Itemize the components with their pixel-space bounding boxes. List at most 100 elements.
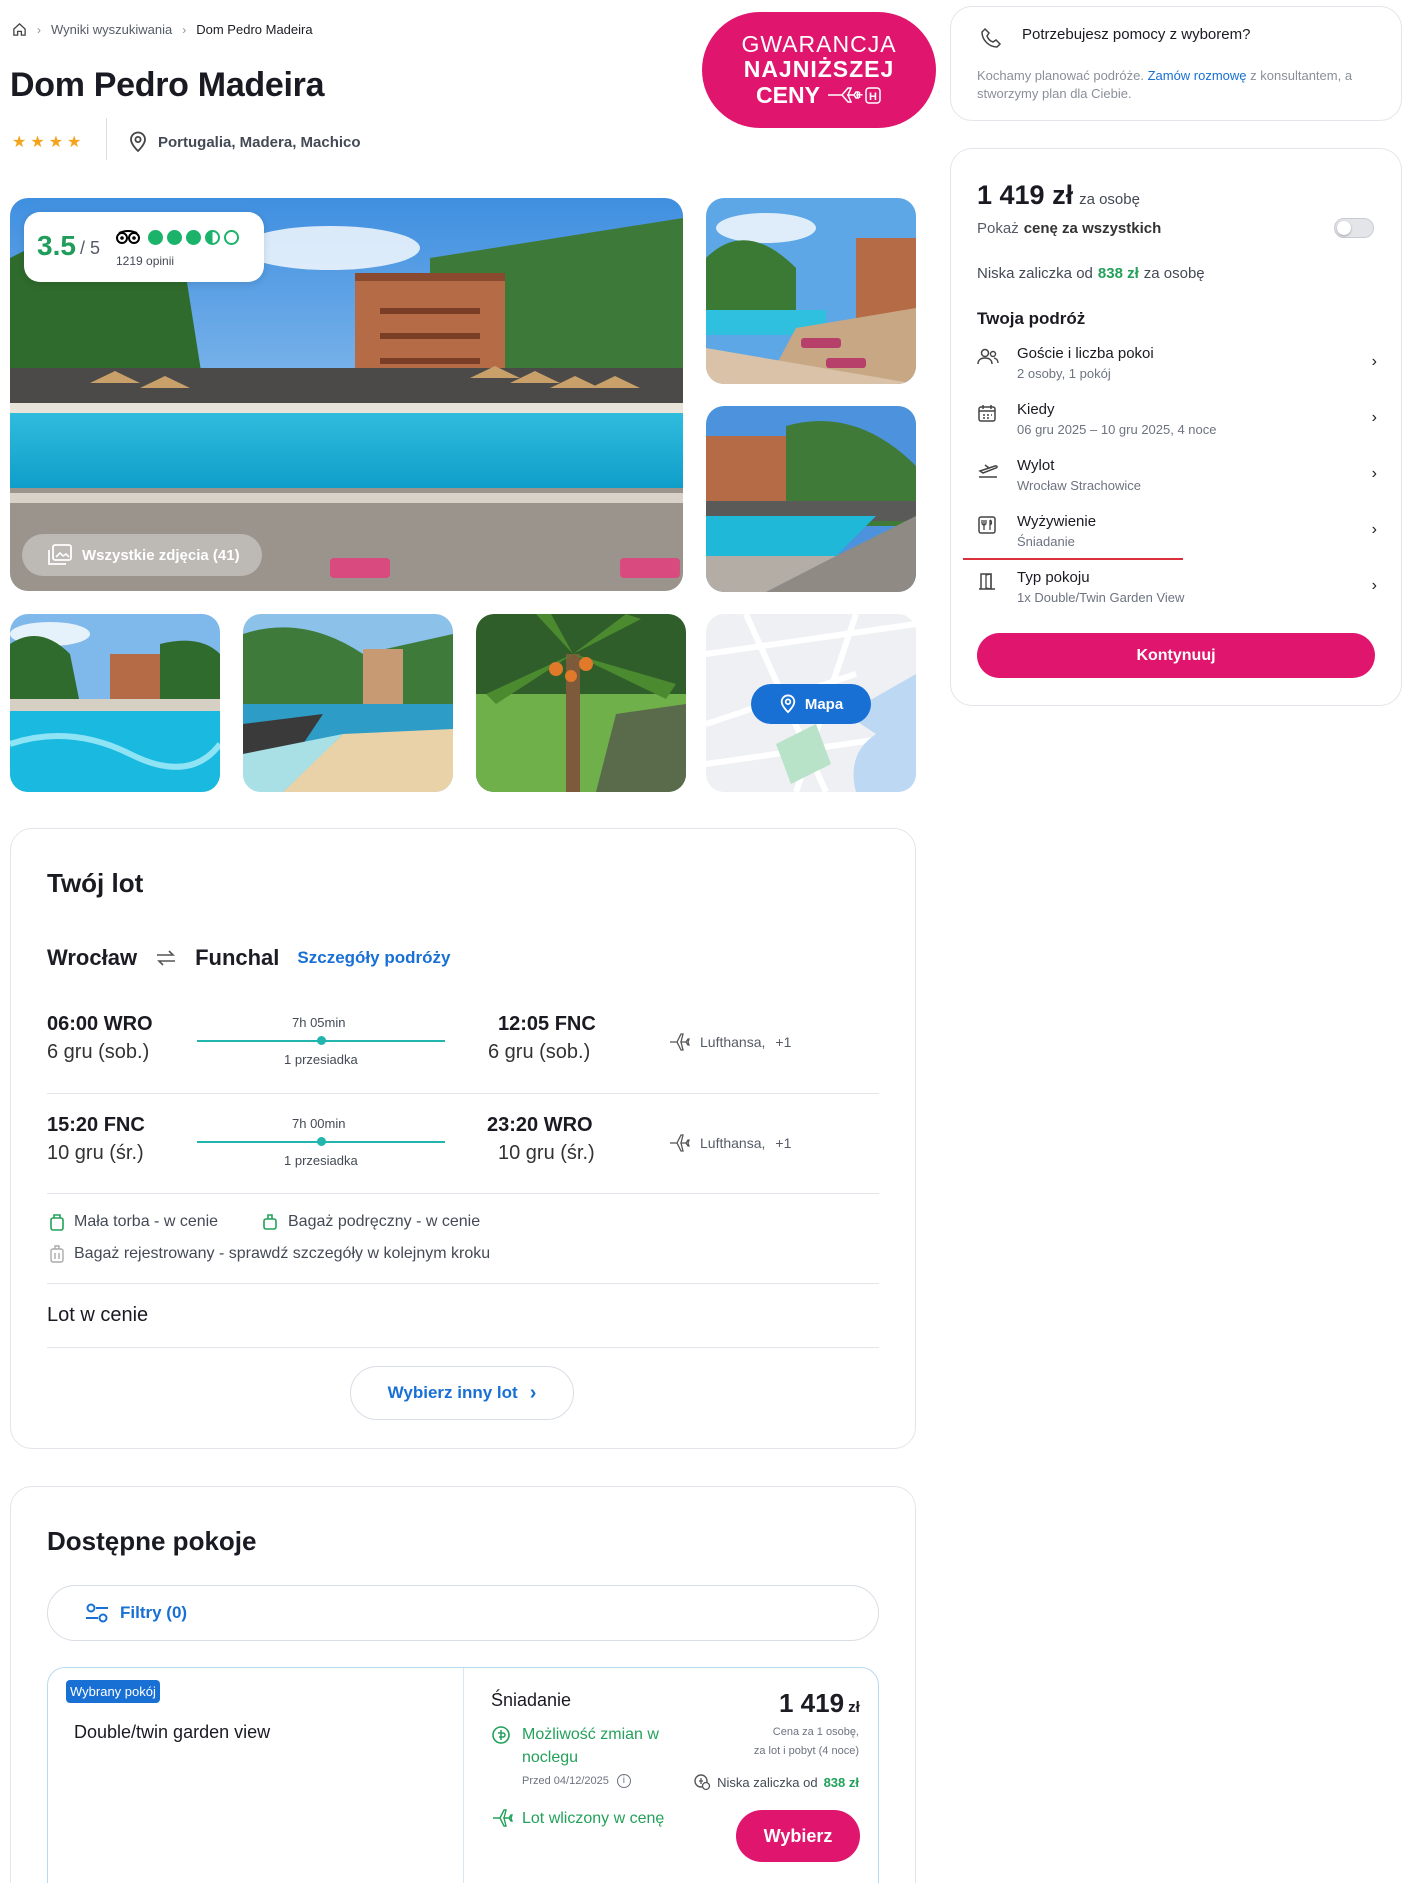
baggage-small-label: Mała torba - w cenie — [74, 1213, 219, 1230]
chevron-right-icon: › — [1371, 353, 1377, 370]
chevron-right-icon: › — [1371, 521, 1377, 538]
baggage-checked: Bagaż rejestrowany - sprawdź szczegóły w… — [50, 1245, 490, 1263]
trip-row-label: Goście i liczba pokoi — [1017, 345, 1154, 362]
hotel-photo-thumb[interactable] — [706, 406, 916, 592]
leg-departure-time: 06:00 WRO — [47, 1013, 153, 1035]
review-count: 1219 opinii — [116, 254, 175, 268]
baggage-cabin-label: Bagaż podręczny - w cenie — [288, 1213, 481, 1230]
divider — [47, 1093, 879, 1094]
chevron-right-icon: › — [1371, 577, 1377, 594]
rating-score: 3.5 — [37, 230, 76, 261]
location-pin-icon — [780, 694, 796, 714]
leg-airline: Lufthansa, +1 — [668, 1133, 791, 1153]
select-room-button[interactable]: Wybierz — [736, 1810, 860, 1862]
info-icon[interactable]: i — [616, 1774, 631, 1788]
leg-arrival-date: 6 gru (sob.) — [488, 1041, 591, 1063]
show-total-price: Pokaż cenę za wszystkich — [977, 220, 1161, 237]
tripadvisor-icon — [116, 230, 140, 244]
hotel-location[interactable]: Portugalia, Madera, Machico — [128, 131, 361, 153]
star-icon: ★ — [67, 134, 82, 151]
breadcrumb-results-link[interactable]: Wyniki wyszukiwania — [51, 22, 172, 37]
flight-route: Wrocław Funchal Szczegóły podróży — [47, 945, 450, 971]
leg-stops: 1 przesiadka — [284, 1153, 358, 1168]
leg-stops: 1 przesiadka — [284, 1052, 358, 1067]
room-price-value: 1 419 — [779, 1688, 845, 1718]
home-icon[interactable] — [12, 22, 27, 37]
order-call-link[interactable]: Zamów rozmowę — [1148, 68, 1247, 83]
hotel-photo-thumb[interactable] — [476, 614, 686, 792]
guarantee-line-3-row: CENY + H — [756, 81, 882, 108]
hotel-photo-thumb[interactable] — [10, 614, 220, 792]
guarantee-line-3: CENY — [756, 81, 820, 108]
show-total-prefix: Pokaż — [977, 220, 1019, 237]
trip-row-value: 2 osoby, 1 pokój — [1017, 366, 1111, 381]
divider — [47, 1193, 879, 1194]
stopover-dot — [317, 1036, 326, 1045]
plane-icon — [493, 1809, 513, 1827]
plane-icon — [670, 1134, 690, 1152]
location-label: Portugalia, Madera, Machico — [158, 133, 361, 151]
star-icon: ★ — [12, 134, 27, 151]
chevron-right-icon: › — [37, 22, 41, 37]
leg-departure-time: 15:20 FNC — [47, 1114, 145, 1136]
highlight-underline — [963, 558, 1183, 560]
chevron-right-icon: › — [1371, 409, 1377, 426]
baggage-checked-label: Bagaż rejestrowany - sprawdź szczegóły w… — [74, 1245, 491, 1262]
departure-icon — [978, 464, 998, 478]
all-photos-label: Wszystkie zdjęcia (41) — [82, 546, 240, 564]
flight-included-label: Lot w cenie — [47, 1304, 149, 1326]
room-price-currency: zł — [848, 1699, 860, 1716]
help-text-line-2: stworzymy plan dla Ciebie. — [977, 86, 1132, 101]
divider — [47, 1347, 879, 1348]
price-note-2: za lot i pobyt (4 noce) — [753, 1745, 859, 1757]
breadcrumb-current: Dom Pedro Madeira — [196, 22, 313, 37]
price-note-1: Cena za 1 osobę, — [772, 1726, 859, 1738]
flexible-change-icon — [492, 1726, 510, 1744]
help-title: Potrzebujesz pomocy z wyborem? — [1022, 26, 1251, 43]
leg-airline: Lufthansa, +1 — [668, 1032, 791, 1052]
trip-row-value: Wrocław Strachowice — [1017, 478, 1142, 493]
plane-icon — [670, 1033, 690, 1051]
airline-name: Lufthansa, — [700, 1034, 766, 1050]
rating-card[interactable]: 3.5 / 5 1219 opinii — [24, 212, 264, 282]
change-deadline-label: Przed 04/12/2025 — [522, 1775, 609, 1787]
rating-bubble — [167, 230, 182, 245]
room-price: 1 419 zł — [779, 1688, 860, 1719]
rating-bubble — [224, 230, 239, 245]
hotel-photo-thumb[interactable] — [243, 614, 453, 792]
booking-per-person: za osobę — [1079, 191, 1140, 208]
divider — [463, 1668, 464, 1883]
leg-departure-date: 10 gru (śr.) — [47, 1142, 144, 1164]
breadcrumb: › Wyniki wyszukiwania › Dom Pedro Madeir… — [12, 22, 313, 37]
choose-other-flight-label: Wybierz inny lot — [387, 1383, 518, 1402]
gallery-icon — [48, 544, 72, 565]
airline-name: Lufthansa, — [700, 1135, 766, 1151]
board-type: Śniadanie — [491, 1690, 572, 1710]
meal-icon — [978, 516, 996, 534]
swap-arrows-icon — [157, 950, 176, 966]
trip-row-board[interactable]: Wyżywienie Śniadanie › — [977, 513, 1377, 549]
star-icon: ★ — [30, 134, 45, 151]
baggage-cabin: Bagaż podręczny - w cenie — [262, 1213, 480, 1231]
leg-arrival-time: 23:20 WRO — [487, 1114, 593, 1136]
selected-room-badge: Wybrany pokój — [66, 1680, 160, 1703]
hotel-photo-thumb[interactable] — [706, 198, 916, 384]
trip-details-link[interactable]: Szczegóły podróży — [297, 948, 450, 968]
phone-icon — [981, 27, 1002, 48]
trip-row-dates[interactable]: Kiedy 06 gru 2025 – 10 gru 2025, 4 noce › — [977, 401, 1377, 437]
continue-button[interactable]: Kontynuuj — [977, 633, 1375, 678]
deposit-icon — [694, 1774, 711, 1791]
trip-row-guests[interactable]: Goście i liczba pokoi 2 osoby, 1 pokój › — [977, 345, 1377, 381]
all-photos-button[interactable]: Wszystkie zdjęcia (41) — [22, 534, 262, 576]
total-price-toggle[interactable] — [1334, 218, 1374, 238]
map-button[interactable]: Mapa — [751, 684, 871, 724]
destination-city: Funchal — [195, 945, 280, 970]
trip-row-departure[interactable]: Wylot Wrocław Strachowice › — [977, 457, 1377, 493]
filters-button[interactable]: Filtry (0) — [47, 1585, 879, 1641]
choose-other-flight-button[interactable]: Wybierz inny lot › — [350, 1366, 574, 1420]
help-text-before: Kochamy planować podróże. — [977, 68, 1144, 83]
chevron-right-icon: › — [1371, 465, 1377, 482]
flight-included-note: Lot wliczony w cenę — [522, 1810, 665, 1827]
trip-row-room-type[interactable]: Typ pokoju 1x Double/Twin Garden View › — [977, 569, 1377, 605]
trip-row-value: Śniadanie — [1017, 534, 1075, 549]
